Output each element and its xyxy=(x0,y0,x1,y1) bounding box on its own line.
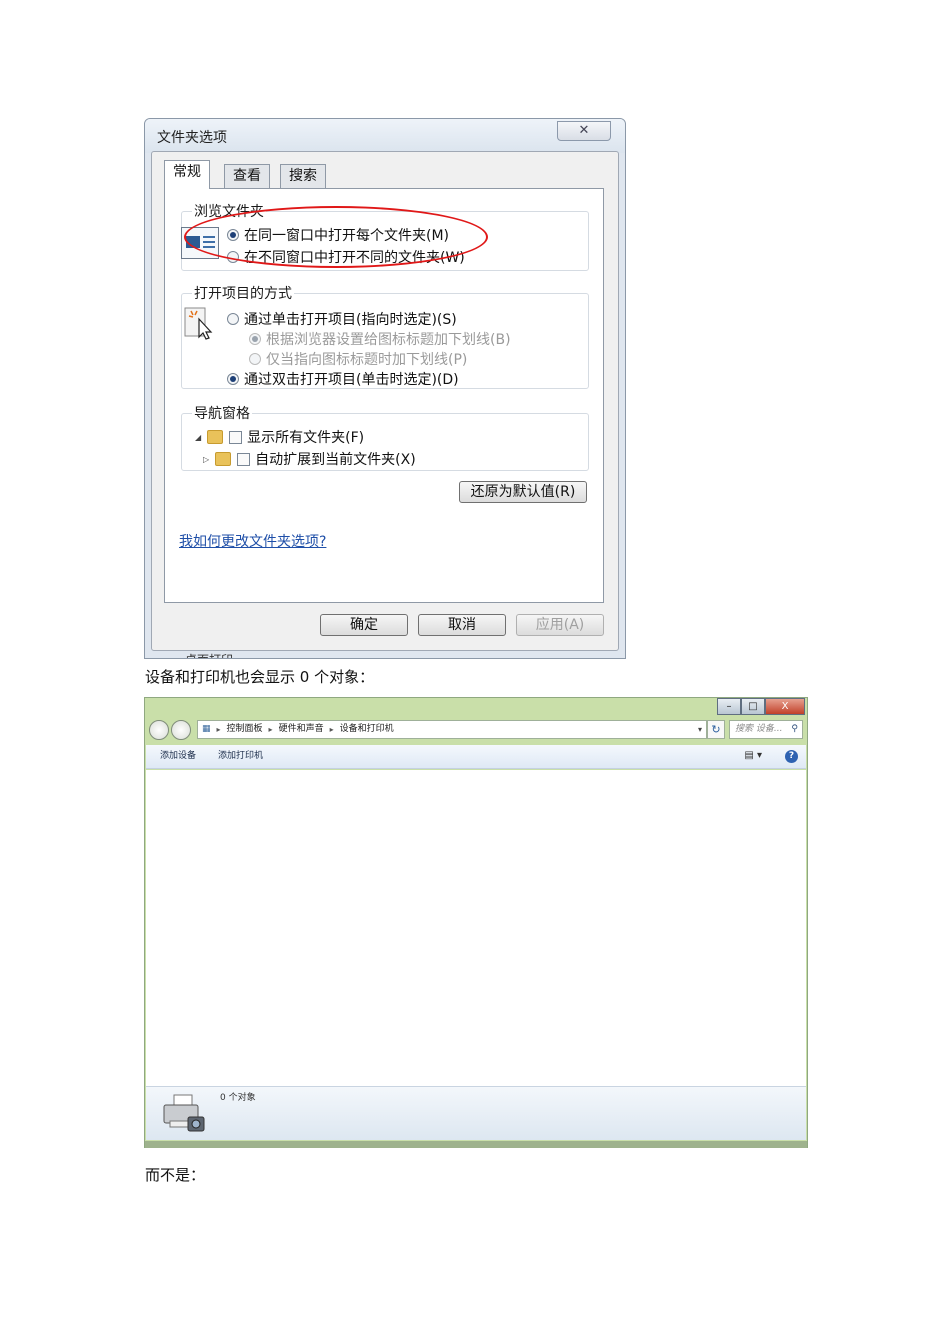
details-pane: 0 个对象 xyxy=(146,1086,806,1140)
forward-button[interactable] xyxy=(171,720,191,740)
breadcrumb-item[interactable]: 硬件和声音 xyxy=(279,721,324,738)
window-bottom-border xyxy=(145,1141,807,1148)
radio-icon xyxy=(227,313,239,325)
tab-view[interactable]: 查看 xyxy=(224,164,270,188)
option-label: 根据浏览器设置给图标标题加下划线(B) xyxy=(266,332,511,348)
radio-disabled-icon xyxy=(249,353,261,365)
radio-disabled-icon xyxy=(249,333,261,345)
command-bar: 添加设备 添加打印机 ▤ ▾ ? xyxy=(146,745,806,769)
folder-icon xyxy=(207,430,224,444)
search-input[interactable]: 搜索 设备... ⚲ xyxy=(729,720,803,739)
cancel-button[interactable]: 取消 xyxy=(418,614,506,636)
folder-options-dialog: 文件夹选项 ✕ 常规 查看 搜索 浏览文件夹 在同一窗口中打开每个文件夹(M) xyxy=(144,118,626,659)
click-items-title: 打开项目的方式 xyxy=(192,283,294,303)
restore-defaults-button[interactable]: 还原为默认值(R) xyxy=(459,481,587,503)
single-click-option[interactable]: 通过单击打开项目(指向时选定)(S) xyxy=(227,309,457,329)
minimize-button[interactable]: – xyxy=(717,698,741,715)
devices-printers-window: – □ X ▦ ▸ 控制面板 ▸ 硬件和声音 ▸ 设备和打印机 ▾ ↻ 搜索 设… xyxy=(144,697,808,1148)
auto-expand-checkbox[interactable]: ▷ 自动扩展到当前文件夹(X) xyxy=(203,449,416,469)
show-all-folders-checkbox[interactable]: ◢ 显示所有文件夹(F) xyxy=(195,427,364,447)
underline-point-option[interactable]: 仅当指向图标标题时加下划线(P) xyxy=(249,349,467,369)
maximize-button[interactable]: □ xyxy=(741,698,765,715)
breadcrumb-item[interactable]: 控制面板 xyxy=(227,721,263,738)
pointer-click-icon xyxy=(184,307,213,340)
option-label: 仅当指向图标标题时加下划线(P) xyxy=(266,352,468,368)
background-window-text: 桌面打印 xyxy=(185,651,233,658)
chevron-down-icon[interactable]: ▾ xyxy=(698,721,702,738)
option-label: 通过单击打开项目(指向时选定)(S) xyxy=(244,312,457,328)
add-device-button[interactable]: 添加设备 xyxy=(160,745,196,767)
checkbox-label: 显示所有文件夹(F) xyxy=(247,430,365,446)
checkbox-label: 自动扩展到当前文件夹(X) xyxy=(255,452,416,468)
folder-icon xyxy=(215,452,232,466)
breadcrumb[interactable]: ▦ ▸ 控制面板 ▸ 硬件和声音 ▸ 设备和打印机 ▾ xyxy=(197,720,707,739)
ok-button[interactable]: 确定 xyxy=(320,614,408,636)
dialog-title: 文件夹选项 xyxy=(157,130,227,146)
paragraph-instead: 而不是： xyxy=(145,1166,206,1184)
checkbox-icon xyxy=(237,452,251,466)
dialog-titlebar: 文件夹选项 ✕ xyxy=(145,119,625,153)
window-caption-buttons: – □ X xyxy=(717,698,805,715)
add-printer-button[interactable]: 添加打印机 xyxy=(218,745,263,767)
refresh-button[interactable]: ↻ xyxy=(707,720,725,739)
navigation-pane-title: 导航窗格 xyxy=(192,403,252,423)
option-label: 通过双击打开项目(单击时选定)(D) xyxy=(244,372,459,388)
devices-content-area[interactable] xyxy=(146,770,806,1086)
underline-browser-option[interactable]: 根据浏览器设置给图标标题加下划线(B) xyxy=(249,329,511,349)
red-highlight-ellipse xyxy=(184,206,488,268)
apply-button[interactable]: 应用(A) xyxy=(516,614,604,636)
printer-camera-icon xyxy=(163,1094,205,1132)
help-icon[interactable]: ? xyxy=(785,750,798,763)
radio-selected-icon xyxy=(227,373,239,385)
view-options-icon[interactable]: ▤ ▾ xyxy=(744,745,762,767)
search-placeholder: 搜索 设备... xyxy=(735,724,783,734)
back-button[interactable] xyxy=(149,720,169,740)
help-link[interactable]: 我如何更改文件夹选项? xyxy=(179,531,326,551)
search-icon: ⚲ xyxy=(791,724,798,734)
object-count: 0 个对象 xyxy=(220,1093,256,1103)
paragraph-devices-note: 设备和打印机也会显示 0 个对象： xyxy=(145,668,375,686)
expanded-arrow-icon: ◢ xyxy=(195,432,202,442)
collapsed-arrow-icon: ▷ xyxy=(203,454,210,464)
tab-search[interactable]: 搜索 xyxy=(280,164,326,188)
close-button[interactable]: ✕ xyxy=(557,121,611,141)
address-bar-row: ▦ ▸ 控制面板 ▸ 硬件和声音 ▸ 设备和打印机 ▾ ↻ 搜索 设备... ⚲ xyxy=(145,717,807,743)
control-panel-icon: ▦ xyxy=(202,724,211,734)
checkbox-icon xyxy=(229,430,243,444)
window-close-button[interactable]: X xyxy=(765,698,805,715)
double-click-option[interactable]: 通过双击打开项目(单击时选定)(D) xyxy=(227,369,459,389)
breadcrumb-item[interactable]: 设备和打印机 xyxy=(340,721,394,738)
tab-general[interactable]: 常规 xyxy=(164,160,210,189)
